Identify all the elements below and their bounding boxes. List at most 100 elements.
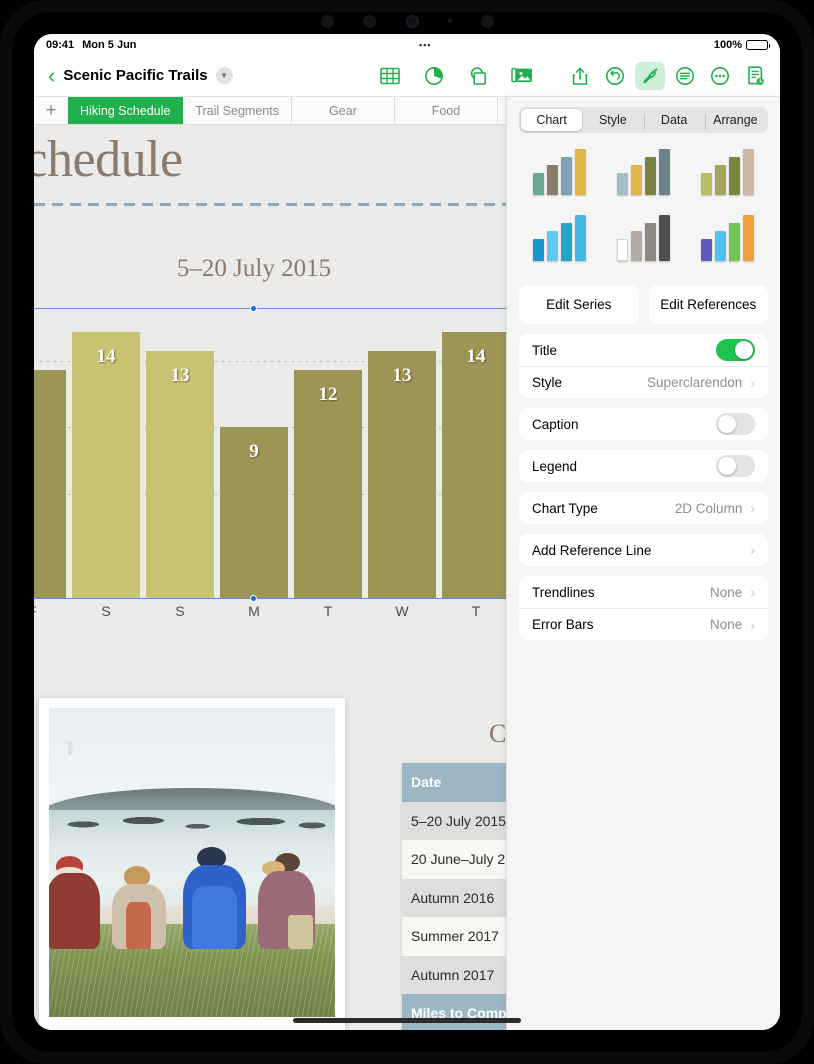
chart-bar-column[interactable]: 14 bbox=[72, 332, 140, 599]
thumbnail-bar bbox=[616, 173, 628, 195]
sheet-tab-food[interactable]: Food bbox=[395, 97, 498, 124]
thumbnail-bar bbox=[743, 215, 755, 261]
thumbnail-bar bbox=[532, 173, 544, 195]
tab-data[interactable]: Data bbox=[643, 109, 705, 131]
chart-bar-value-label: 14 bbox=[96, 346, 116, 368]
tab-style[interactable]: Style bbox=[582, 109, 643, 131]
chevron-down-icon[interactable]: ▼ bbox=[215, 67, 233, 84]
thumbnail-bar bbox=[701, 239, 713, 261]
row-title[interactable]: Title bbox=[519, 334, 768, 366]
chart-bar[interactable]: 13 bbox=[368, 351, 436, 599]
chart-style-thumbnail-grid bbox=[519, 145, 768, 273]
thumbnail-bar bbox=[546, 165, 558, 195]
sheet-tab-gear[interactable]: Gear bbox=[292, 97, 395, 124]
chevron-right-icon: › bbox=[750, 616, 755, 633]
tab-label: Data bbox=[660, 113, 688, 127]
chart-bar[interactable]: 13 bbox=[146, 351, 214, 599]
chart-style-5[interactable] bbox=[603, 211, 683, 273]
tab-label: Arrange bbox=[713, 113, 758, 127]
more-dots-icon: ••• bbox=[418, 39, 432, 50]
chart-bar[interactable]: 12 bbox=[294, 370, 362, 599]
chart-bar-column[interactable] bbox=[34, 370, 66, 599]
sheet-tab-trail-segments[interactable]: Trail Segments bbox=[183, 97, 292, 124]
decorative-dashed-rule bbox=[34, 203, 506, 206]
document-heading: Schedule bbox=[34, 131, 183, 188]
back-chevron-icon[interactable]: ‹ bbox=[44, 64, 63, 87]
home-indicator[interactable] bbox=[293, 1018, 521, 1023]
title-toggle[interactable] bbox=[716, 339, 755, 361]
thumbnail-bar bbox=[715, 165, 727, 195]
column-chart[interactable]: 14 13 9 12 13 14 bbox=[34, 305, 510, 602]
row-add-reference-line[interactable]: Add Reference Line › bbox=[519, 534, 768, 566]
add-sheet-icon[interactable]: + bbox=[34, 97, 68, 124]
row-label: Legend bbox=[532, 458, 578, 474]
edit-series-button[interactable]: Edit Series bbox=[519, 285, 639, 324]
thumbnail-bar bbox=[574, 215, 586, 261]
sheet-tab-label: Hiking Schedule bbox=[80, 103, 171, 118]
thumbnail-bar bbox=[616, 239, 628, 261]
tab-chart[interactable]: Chart bbox=[521, 109, 583, 131]
insert-table-icon[interactable] bbox=[375, 62, 405, 90]
row-error-bars[interactable]: Error Bars None › bbox=[519, 608, 768, 640]
row-value: 2D Column bbox=[674, 500, 743, 516]
chart-bar[interactable] bbox=[34, 370, 66, 599]
caption-toggle[interactable] bbox=[716, 413, 755, 435]
document-options-icon[interactable] bbox=[740, 62, 770, 90]
thumbnail-bar bbox=[546, 231, 558, 261]
chevron-right-icon: › bbox=[750, 542, 755, 558]
insert-toolbar bbox=[375, 62, 537, 90]
row-caption[interactable]: Caption bbox=[519, 408, 768, 440]
chevron-right-icon: › bbox=[750, 584, 755, 600]
chart-style-3[interactable] bbox=[688, 145, 768, 207]
chart-bar-column[interactable]: 13 bbox=[146, 351, 214, 599]
insert-media-icon[interactable] bbox=[507, 62, 537, 90]
ipad-device: 09:41 Mon 5 Jun ••• 100% ‹ Scenic Pacifi… bbox=[0, 0, 814, 1064]
sheet-tab-label: Trail Segments bbox=[195, 103, 279, 118]
battery-icon bbox=[746, 39, 770, 50]
thumbnail-bar bbox=[644, 223, 656, 261]
more-icon[interactable] bbox=[705, 62, 735, 90]
row-chart-type[interactable]: Chart Type 2D Column › bbox=[519, 492, 768, 524]
chart-bar-column[interactable]: 9 bbox=[220, 427, 288, 599]
insert-shape-icon[interactable] bbox=[463, 62, 493, 90]
chart-style-2[interactable] bbox=[603, 145, 683, 207]
chart-bar-column[interactable]: 14 bbox=[442, 332, 510, 599]
chart-x-tick-label: S bbox=[175, 603, 185, 619]
format-brush-icon[interactable] bbox=[635, 61, 665, 90]
row-legend[interactable]: Legend bbox=[519, 450, 768, 482]
chart-style-1[interactable] bbox=[519, 145, 599, 207]
sheet-tab-hiking-schedule[interactable]: Hiking Schedule bbox=[68, 97, 184, 124]
undo-icon[interactable] bbox=[600, 62, 630, 90]
chart-x-tick-label: F bbox=[34, 603, 66, 619]
row-label: Trendlines bbox=[532, 584, 595, 600]
document-toolbar bbox=[565, 61, 770, 90]
chart-x-tick-label: M bbox=[248, 603, 260, 619]
document-subtitle: 5–20 July 2015 bbox=[176, 255, 332, 282]
photo-card[interactable] bbox=[39, 698, 345, 1030]
share-icon[interactable] bbox=[565, 62, 595, 90]
thumbnail-bar bbox=[644, 157, 656, 195]
chart-bar[interactable]: 9 bbox=[220, 427, 288, 599]
row-trendlines[interactable]: Trendlines None › bbox=[519, 576, 768, 608]
chart-style-4[interactable] bbox=[519, 211, 599, 273]
legend-card: Legend bbox=[519, 450, 768, 482]
selection-handle-top[interactable] bbox=[250, 305, 257, 312]
row-label: Caption bbox=[532, 416, 579, 432]
chart-bar[interactable]: 14 bbox=[72, 332, 140, 599]
chart-style-6[interactable] bbox=[688, 211, 768, 273]
reference-line-card: Add Reference Line › bbox=[519, 534, 768, 566]
tab-arrange[interactable]: Arrange bbox=[704, 109, 766, 131]
chart-x-axis-labels: FSSMTWT bbox=[34, 603, 510, 619]
sensor-dot-2 bbox=[363, 14, 377, 28]
thumbnail-bar bbox=[658, 149, 670, 195]
front-camera-array bbox=[315, 6, 500, 36]
insert-chart-icon[interactable] bbox=[419, 62, 449, 90]
chart-bar-column[interactable]: 13 bbox=[368, 351, 436, 599]
row-style[interactable]: Style Superclarendon › bbox=[519, 366, 768, 398]
edit-references-button[interactable]: Edit References bbox=[648, 285, 768, 324]
chart-bar-column[interactable]: 12 bbox=[294, 370, 362, 599]
legend-toggle[interactable] bbox=[716, 455, 755, 477]
comment-icon[interactable] bbox=[670, 62, 700, 90]
chart-bar[interactable]: 14 bbox=[442, 332, 510, 599]
chart-bar-value-label: 14 bbox=[466, 346, 486, 368]
